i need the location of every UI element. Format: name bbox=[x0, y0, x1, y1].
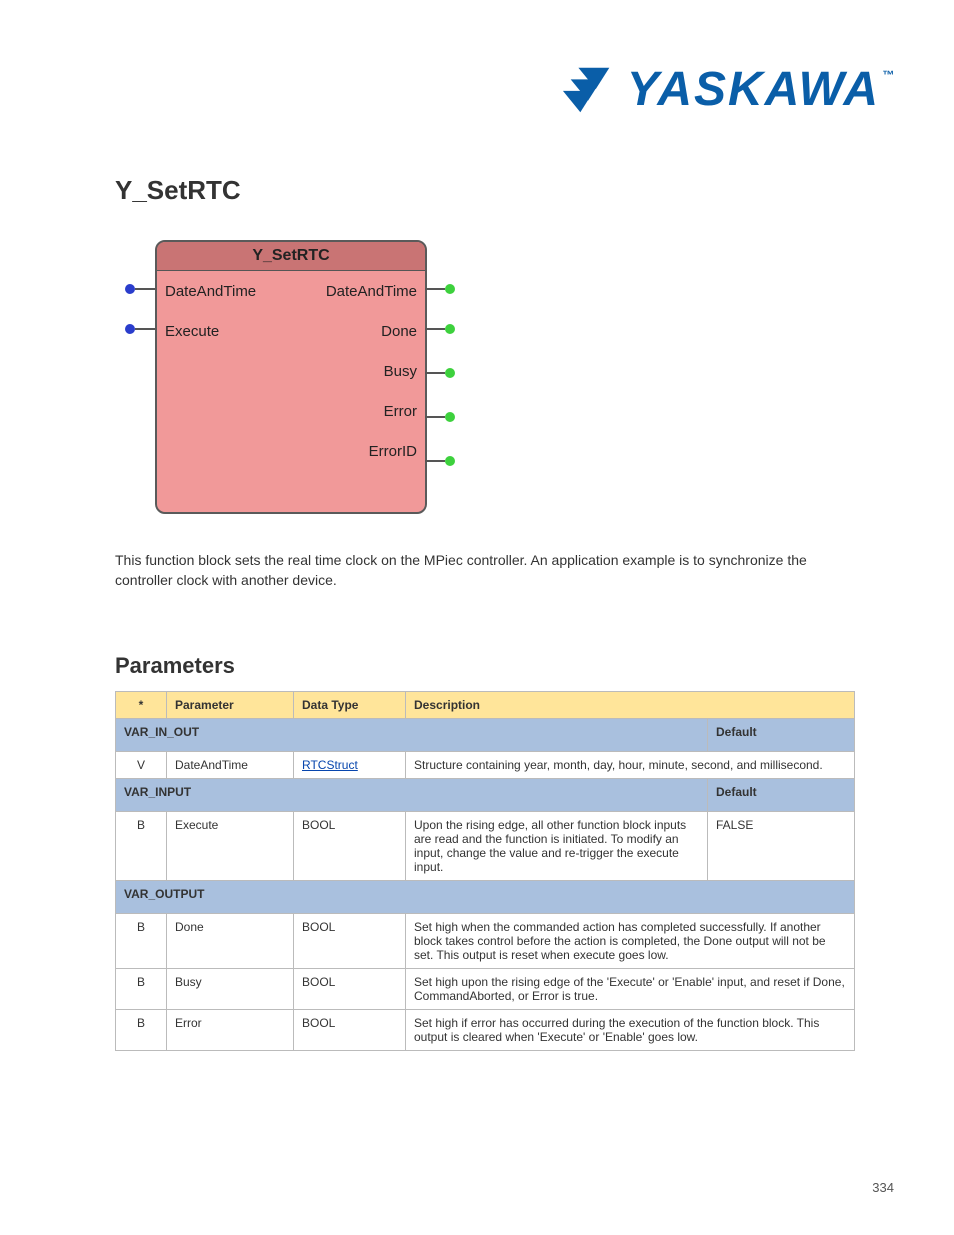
brand-logo: YASKAWA™ bbox=[561, 60, 894, 118]
cell-desc: Set high if error has occurred during th… bbox=[406, 1010, 855, 1051]
cell-desc: Set high when the commanded action has c… bbox=[406, 914, 855, 969]
th-datatype: Data Type bbox=[294, 692, 406, 719]
fb-body: Y_SetRTC DateAndTimeDateAndTime ExecuteD… bbox=[155, 240, 427, 514]
pin-out-icon bbox=[445, 456, 455, 466]
table-row: V DateAndTime RTCStruct Structure contai… bbox=[116, 752, 855, 779]
fb-port-in-execute: Execute bbox=[165, 323, 219, 340]
pin-out-icon bbox=[445, 412, 455, 422]
section-var-output: VAR_OUTPUT bbox=[116, 881, 855, 914]
parameters-heading: Parameters bbox=[115, 653, 235, 679]
fb-port-out-error: Error bbox=[165, 403, 417, 420]
description-text: This function block sets the real time c… bbox=[115, 551, 855, 590]
brand-name: YASKAWA bbox=[627, 63, 880, 116]
cell-flag: B bbox=[116, 1010, 167, 1051]
parameters-table: * Parameter Data Type Description VAR_IN… bbox=[115, 691, 855, 1051]
page-title: Y_SetRTC bbox=[115, 175, 241, 206]
pin-out-icon bbox=[445, 324, 455, 334]
cell-param: Execute bbox=[167, 812, 294, 881]
cell-param: DateAndTime bbox=[167, 752, 294, 779]
cell-desc: Set high upon the rising edge of the 'Ex… bbox=[406, 969, 855, 1010]
pin-out-icon bbox=[445, 284, 455, 294]
section-label: VAR_INPUT bbox=[116, 779, 708, 812]
cell-desc: Upon the rising edge, all other function… bbox=[406, 812, 708, 881]
fb-title: Y_SetRTC bbox=[157, 242, 425, 271]
section-default-label: Default bbox=[708, 779, 855, 812]
table-row: B Done BOOL Set high when the commanded … bbox=[116, 914, 855, 969]
cell-default: FALSE bbox=[708, 812, 855, 881]
th-star: * bbox=[116, 692, 167, 719]
section-default-label: Default bbox=[708, 719, 855, 752]
cell-flag: B bbox=[116, 914, 167, 969]
fb-port-in-dateandtime: DateAndTime bbox=[165, 283, 256, 300]
pin-out-icon bbox=[445, 368, 455, 378]
section-label: VAR_IN_OUT bbox=[116, 719, 708, 752]
section-label: VAR_OUTPUT bbox=[116, 881, 855, 914]
table-row: B Busy BOOL Set high upon the rising edg… bbox=[116, 969, 855, 1010]
pin-in-icon bbox=[125, 284, 135, 294]
cell-param: Busy bbox=[167, 969, 294, 1010]
page-number: 334 bbox=[872, 1180, 894, 1195]
fb-port-out-dateandtime: DateAndTime bbox=[256, 283, 417, 300]
fb-port-out-errorid: ErrorID bbox=[165, 443, 417, 460]
table-row: B Execute BOOL Upon the rising edge, all… bbox=[116, 812, 855, 881]
section-var-input: VAR_INPUT Default bbox=[116, 779, 855, 812]
fb-port-out-busy: Busy bbox=[165, 363, 417, 380]
tm-mark: ™ bbox=[882, 68, 896, 82]
section-var-in-out: VAR_IN_OUT Default bbox=[116, 719, 855, 752]
table-header-row: * Parameter Data Type Description bbox=[116, 692, 855, 719]
table-row: B Error BOOL Set high if error has occur… bbox=[116, 1010, 855, 1051]
cell-desc: Structure containing year, month, day, h… bbox=[406, 752, 855, 779]
cell-param: Done bbox=[167, 914, 294, 969]
function-block-diagram: Y_SetRTC DateAndTimeDateAndTime ExecuteD… bbox=[125, 240, 455, 520]
pin-in-icon bbox=[125, 324, 135, 334]
cell-datatype: BOOL bbox=[294, 914, 406, 969]
fb-port-out-done: Done bbox=[219, 323, 417, 340]
cell-datatype: BOOL bbox=[294, 1010, 406, 1051]
cell-param: Error bbox=[167, 1010, 294, 1051]
cell-flag: B bbox=[116, 812, 167, 881]
th-description: Description bbox=[406, 692, 855, 719]
cell-flag: V bbox=[116, 752, 167, 779]
cell-datatype: BOOL bbox=[294, 969, 406, 1010]
th-parameter: Parameter bbox=[167, 692, 294, 719]
cell-flag: B bbox=[116, 969, 167, 1010]
datatype-link[interactable]: RTCStruct bbox=[302, 758, 358, 772]
cell-datatype: BOOL bbox=[294, 812, 406, 881]
yaskawa-mark-icon bbox=[561, 60, 619, 118]
